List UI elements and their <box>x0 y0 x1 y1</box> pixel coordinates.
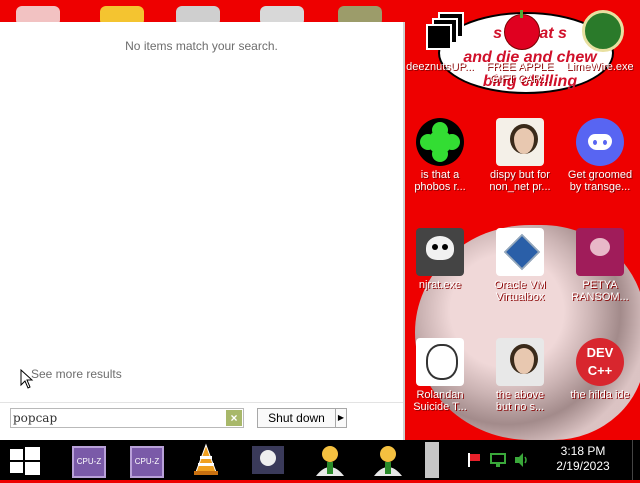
search-input[interactable] <box>13 410 218 426</box>
skull-icon <box>252 446 284 474</box>
taskbar-item-vlc[interactable] <box>186 442 226 478</box>
icon-label: LimeWire.exe <box>566 61 634 73</box>
devcpp-icon: DEV C++ <box>576 338 624 386</box>
icon-label: Get groomed by transge... <box>567 169 633 193</box>
icon-label: Oracle VM Virtualbox <box>494 279 546 303</box>
icon-label: PETYA RANSOM... <box>571 279 629 303</box>
icon-label: the hilda ide <box>570 389 630 401</box>
shutdown-options-button[interactable]: ▶ <box>335 408 347 428</box>
icon-label: is that a phobos r... <box>414 169 466 193</box>
icon-label: dispy but for non_net pr... <box>489 169 551 193</box>
icon-label: njrat.exe <box>418 279 462 291</box>
user-avatar-icon <box>316 446 344 476</box>
volume-icon[interactable] <box>514 452 530 468</box>
cpuz-icon: CPU-Z <box>72 446 106 478</box>
vlc-cone-icon <box>194 443 218 475</box>
icon-label: the above but no s... <box>495 389 545 413</box>
portrait-icon-2 <box>496 338 544 386</box>
desktop-icon-deeznuts[interactable]: deeznutsUP... <box>400 10 480 73</box>
taskbar-item-skull[interactable] <box>248 442 288 478</box>
action-center-flag-icon[interactable] <box>466 452 482 468</box>
clock-date: 2/19/2023 <box>556 459 610 473</box>
meme-face-icon <box>416 338 464 386</box>
no-results-message: No items match your search. <box>125 39 278 53</box>
search-clear-button[interactable]: × <box>226 410 242 426</box>
desktop-icon-virtualbox[interactable]: Oracle VM Virtualbox <box>480 228 560 303</box>
icon-label: FREE APPLE GIFT CAR... <box>486 61 554 85</box>
desktop-icon-limewire[interactable]: LimeWire.exe <box>560 10 640 73</box>
desktop-icon-rolandan[interactable]: Rolandan Suicide T... <box>400 338 480 413</box>
taskbar-item-user-1[interactable] <box>310 442 350 478</box>
desktop-icon-petya[interactable]: PETYA RANSOM... <box>560 228 640 303</box>
shutdown-button[interactable]: Shut down <box>257 408 335 428</box>
system-tray <box>462 442 542 478</box>
skull-icon <box>416 228 464 276</box>
taskbar-item-user-2[interactable] <box>368 442 408 478</box>
limewire-seal-icon <box>576 10 624 58</box>
desktop-icon-devcpp[interactable]: DEV C++ the hilda ide <box>560 338 640 401</box>
icon-label: Rolandan Suicide T... <box>413 389 467 413</box>
show-desktop-button[interactable] <box>632 440 640 480</box>
desktop-icon-discord[interactable]: Get groomed by transge... <box>560 118 640 193</box>
desktop-icon-dispy[interactable]: dispy but for non_net pr... <box>480 118 560 193</box>
taskbar-clock[interactable]: 3:18 PM 2/19/2023 <box>548 444 618 474</box>
taskbar: CPU-Z CPU-Z 3:18 PM 2/19/2023 <box>0 440 640 480</box>
start-menu: No items match your search. See more res… <box>0 22 405 440</box>
folder-stack-icon <box>416 10 464 58</box>
start-menu-divider <box>0 402 403 403</box>
desktop-icon-free-apple[interactable]: FREE APPLE GIFT CAR... <box>480 10 560 85</box>
apple-icon <box>496 10 544 58</box>
clock-time: 3:18 PM <box>560 444 606 458</box>
cpuz-icon: CPU-Z <box>130 446 164 478</box>
icq-flower-icon <box>416 118 464 166</box>
desktop-icon-is-that-a[interactable]: is that a phobos r... <box>400 118 480 193</box>
desktop-icon-njrat[interactable]: njrat.exe <box>400 228 480 291</box>
windows-start-icon[interactable] <box>8 446 42 476</box>
taskbar-item-cpuz-1[interactable]: CPU-Z <box>68 442 108 478</box>
discord-icon <box>576 118 624 166</box>
petya-skull-icon <box>576 228 624 276</box>
taskbar-scroll-thumb[interactable] <box>425 442 439 478</box>
virtualbox-cube-icon <box>496 228 544 276</box>
taskbar-item-cpuz-2[interactable]: CPU-Z <box>126 442 166 478</box>
user-avatar-icon <box>374 446 402 476</box>
desktop-icon-the-above[interactable]: the above but no s... <box>480 338 560 413</box>
see-more-results-link[interactable]: See more results <box>31 367 122 381</box>
desktop-top-icon-row <box>0 0 420 26</box>
icon-label: deeznutsUP... <box>406 61 474 73</box>
devcpp-badge-text: DEV C++ <box>586 345 614 378</box>
network-icon[interactable] <box>490 452 506 468</box>
search-box: × <box>10 408 244 428</box>
portrait-icon <box>496 118 544 166</box>
